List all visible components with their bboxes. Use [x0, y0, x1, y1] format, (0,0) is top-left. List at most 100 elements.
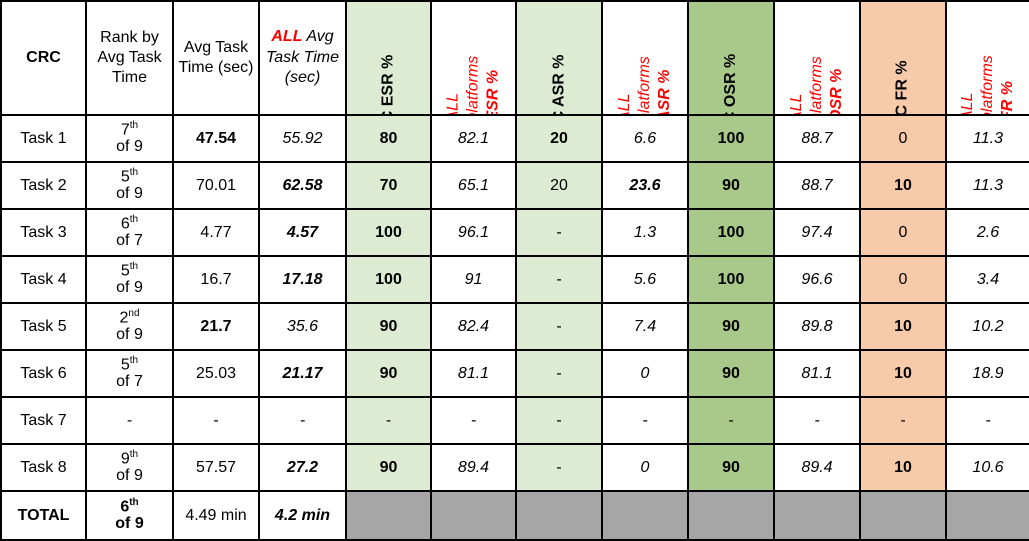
crc-asr-cell: - [515, 396, 603, 445]
header-all-fr-label: ALL platforms FR % [958, 39, 1018, 115]
header-all-osr-metric: OSR % [828, 68, 845, 115]
crc-asr-cell: - [515, 349, 603, 398]
all-osr-cell: - [773, 396, 861, 445]
crc-esr-cell: - [345, 396, 432, 445]
crc-esr-cell: 90 [345, 302, 432, 351]
rank-ordinal: 5th [120, 355, 139, 374]
crc-fr-cell: - [859, 396, 947, 445]
all-avg-task-time-cell: 4.2 min [258, 490, 347, 541]
crc-asr-cell: - [515, 302, 603, 351]
table-row: Task 8 9th of 9 57.57 27.2 90 89.4-0 90 89.4 10 10… [0, 443, 1029, 492]
header-crc-esr-label: CRC ESR % [379, 54, 397, 115]
total-all-osr-cell [773, 490, 861, 541]
task-label: Task 4 [0, 255, 87, 304]
crc-avg-task-time-cell: 70.01 [172, 161, 260, 210]
crc-avg-task-time-cell: 4.77 [172, 208, 260, 257]
header-all-osr-label: ALL platforms OSR % [787, 38, 847, 115]
total-crc-asr-cell [515, 490, 603, 541]
task-label: Task 8 [0, 443, 87, 492]
all-fr-cell: 10.2 [945, 302, 1029, 351]
crc-osr-cell: 90 [687, 161, 775, 210]
rank-cell: 5th of 7 [85, 349, 174, 398]
all-osr-cell: 89.8 [773, 302, 861, 351]
rank-out-of: of 9 [116, 279, 143, 297]
table-row: Task 7----------- [0, 396, 1029, 445]
header-all-esr: ALL platforms ESR % [430, 0, 517, 116]
crc-osr-cell: - [687, 396, 775, 445]
task-label: Task 2 [0, 161, 87, 210]
rank-out-of: of 9 [116, 138, 143, 156]
crc-avg-task-time-cell: 25.03 [172, 349, 260, 398]
all-fr-cell: 3.4 [945, 255, 1029, 304]
all-esr-cell: 65.1 [430, 161, 517, 210]
crc-fr-cell: 0 [859, 208, 947, 257]
all-fr-cell: 10.6 [945, 443, 1029, 492]
rank-out-of: of 7 [116, 232, 143, 250]
table-row: Task 4 5th of 9 16.7 17.18 100 91-5.6 100 96.6 0 3… [0, 255, 1029, 304]
crc-esr-cell: 100 [345, 208, 432, 257]
all-osr-cell: 96.6 [773, 255, 861, 304]
crc-avg-task-time-cell: 21.7 [172, 302, 260, 351]
total-crc-osr-cell [687, 490, 775, 541]
crc-avg-task-time-cell: 57.57 [172, 443, 260, 492]
metrics-table: CRC Rank by Avg Task Time Avg Task Time … [0, 0, 1029, 541]
rank-cell: 7th of 9 [85, 114, 174, 163]
all-asr-cell: 7.4 [601, 302, 689, 351]
rank-out-of: of 9 [116, 185, 143, 203]
all-avg-task-time-cell: - [258, 396, 347, 445]
crc-fr-cell: 10 [859, 443, 947, 492]
crc-osr-cell: 90 [687, 349, 775, 398]
task-label: Task 3 [0, 208, 87, 257]
crc-fr-cell: 10 [859, 349, 947, 398]
rank-ordinal: 6th [120, 214, 139, 233]
rank-ordinal: 5th [120, 167, 139, 186]
all-asr-cell: - [601, 396, 689, 445]
header-crc-asr: CRC ASR % [515, 0, 603, 116]
table-row: Task 3 6th of 7 4.77 4.57 100 96.1-1.3 100 97.4 0… [0, 208, 1029, 257]
header-crc-fr: CRC FR % [859, 0, 947, 116]
rank-out-of: of 9 [115, 515, 144, 533]
total-all-esr-cell [430, 490, 517, 541]
crc-osr-cell: 100 [687, 114, 775, 163]
all-fr-cell: 11.3 [945, 114, 1029, 163]
task-label: Task 1 [0, 114, 87, 163]
all-osr-cell: 97.4 [773, 208, 861, 257]
all-platforms-keyword: ALL platforms [788, 56, 825, 115]
all-esr-cell: 81.1 [430, 349, 517, 398]
all-platforms-keyword: ALL platforms [616, 56, 653, 115]
crc-esr-cell: 70 [345, 161, 432, 210]
rank-ordinal: 6th [120, 497, 139, 516]
rank-out-of: of 7 [116, 373, 143, 391]
header-crc-fr-label: CRC FR % [893, 60, 911, 115]
crc-esr-cell: 80 [345, 114, 432, 163]
crc-esr-cell: 100 [345, 255, 432, 304]
all-osr-cell: 88.7 [773, 114, 861, 163]
all-asr-cell: 0 [601, 443, 689, 492]
all-fr-cell: 11.3 [945, 161, 1029, 210]
all-esr-cell: 82.1 [430, 114, 517, 163]
header-crc-osr: CRC OSR % [687, 0, 775, 116]
crc-osr-cell: 100 [687, 208, 775, 257]
table-row: Task 6 5th of 7 25.03 21.17 90 81.1-0 90 81.1 10 1… [0, 349, 1029, 398]
all-esr-cell: 89.4 [430, 443, 517, 492]
task-label: Task 5 [0, 302, 87, 351]
rank-out-of: of 9 [116, 326, 143, 344]
header-crc-asr-label: CRC ASR % [550, 54, 567, 115]
table-header-row: CRC Rank by Avg Task Time Avg Task Time … [0, 0, 1029, 116]
header-all-esr-metric: ESR % [484, 69, 502, 115]
corner-header-crc: CRC [0, 0, 87, 116]
crc-osr-cell: 90 [687, 443, 775, 492]
crc-asr-cell: - [515, 208, 603, 257]
crc-fr-cell: 10 [859, 302, 947, 351]
header-all-avg-task-time: ALL Avg Task Time (sec) [258, 0, 347, 116]
table-total-row: TOTAL 6th of 9 4.49 min 4.2 min [0, 490, 1029, 541]
rank-cell: 5th of 9 [85, 255, 174, 304]
all-keyword: ALL [271, 27, 303, 45]
crc-asr-cell: - [515, 255, 603, 304]
rank-ordinal: 9th [120, 449, 139, 468]
crc-fr-cell: 0 [859, 255, 947, 304]
all-avg-task-time-cell: 17.18 [258, 255, 347, 304]
all-platforms-keyword: ALL platforms [959, 55, 996, 115]
all-avg-task-time-cell: 55.92 [258, 114, 347, 163]
total-crc-esr-cell [345, 490, 432, 541]
